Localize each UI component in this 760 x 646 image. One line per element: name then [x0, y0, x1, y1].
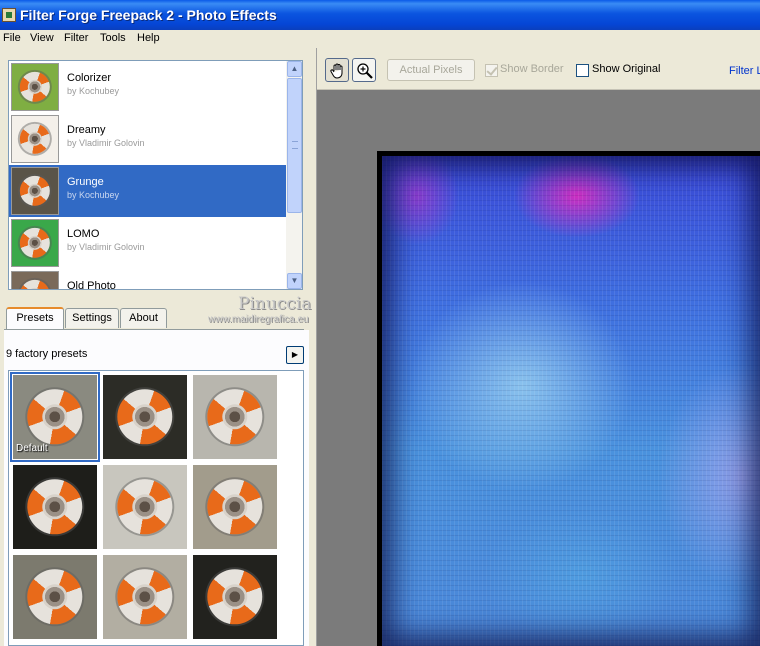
filter-thumbnail [11, 271, 59, 289]
preset-count: 9 factory presets [6, 348, 88, 360]
preview-image [382, 156, 760, 646]
show-border-checkbox[interactable] [485, 64, 498, 77]
filter-author: by Kochubey [67, 86, 120, 96]
chevron-down-icon[interactable]: ▼ [287, 273, 302, 289]
preview-canvas[interactable] [377, 151, 760, 646]
zoom-tool-button[interactable] [352, 58, 376, 82]
filter-thumbnail [11, 167, 59, 215]
filter-thumbnail [11, 219, 59, 267]
preset-grid: Default [8, 370, 304, 646]
filter-item-old-photo[interactable]: Old Photo [9, 269, 286, 290]
filter-list: Colorizer by Kochubey Dreamy by Vladimir… [8, 60, 303, 290]
preset-thumbnail[interactable] [103, 375, 187, 459]
tab-presets[interactable]: Presets [6, 307, 64, 329]
menu-bar: File View Filter Tools Help [0, 30, 760, 48]
hand-icon [330, 63, 343, 79]
filter-name: Dreamy [67, 124, 106, 136]
menu-view[interactable]: View [30, 32, 54, 44]
menu-help[interactable]: Help [137, 32, 160, 44]
show-border-label: Show Border [500, 63, 564, 75]
filter-author: by Kochubey [67, 190, 120, 200]
preset-thumbnail[interactable]: Default [10, 372, 100, 462]
filter-name: Grunge [67, 176, 104, 188]
filter-list-scrollbar[interactable]: ▲ ▼ [286, 61, 302, 289]
filter-item-colorizer[interactable]: Colorizer by Kochubey [9, 61, 286, 113]
preset-thumbnail[interactable] [13, 555, 97, 639]
menu-filter[interactable]: Filter [64, 32, 88, 44]
filter-item-lomo[interactable]: LOMO by Vladimir Golovin [9, 217, 286, 269]
preview-panel: Actual Pixels Show Border Show Original … [316, 48, 760, 646]
filter-thumbnail [11, 115, 59, 163]
preset-thumbnail[interactable] [13, 465, 97, 549]
menu-file[interactable]: File [3, 32, 21, 44]
chevron-right-icon: ▶ [291, 350, 299, 359]
preset-label: Default [16, 443, 48, 454]
preset-thumbnail[interactable] [193, 375, 277, 459]
chevron-up-icon[interactable]: ▲ [287, 61, 302, 77]
preview-toolbar: Actual Pixels Show Border Show Original … [317, 48, 760, 90]
filter-name: LOMO [67, 228, 100, 240]
preset-thumbnail[interactable] [193, 465, 277, 549]
menu-tools[interactable]: Tools [100, 32, 126, 44]
preset-thumbnail[interactable] [193, 555, 277, 639]
show-original-checkbox[interactable] [576, 64, 589, 77]
tab-strip: Presets Settings About [4, 307, 304, 330]
filter-author: by Vladimir Golovin [67, 138, 145, 148]
filter-name: Old Photo [67, 280, 116, 290]
scrollbar-thumb[interactable] [287, 78, 302, 213]
tab-about[interactable]: About [120, 308, 167, 328]
actual-pixels-button[interactable]: Actual Pixels [387, 59, 475, 81]
zoom-in-icon [357, 63, 373, 79]
filter-item-dreamy[interactable]: Dreamy by Vladimir Golovin [9, 113, 286, 165]
presets-menu-button[interactable]: ▶ [286, 346, 304, 364]
filter-thumbnail [11, 63, 59, 111]
filter-name: Colorizer [67, 72, 112, 84]
filter-author: by Vladimir Golovin [67, 242, 145, 252]
tab-settings[interactable]: Settings [65, 308, 119, 328]
show-original-label: Show Original [592, 63, 661, 75]
filter-item-grunge[interactable]: Grunge by Kochubey [9, 165, 286, 217]
hand-tool-button[interactable] [325, 58, 349, 82]
preset-thumbnail[interactable] [103, 555, 187, 639]
preset-thumbnail[interactable] [103, 465, 187, 549]
window-title: Filter Forge Freepack 2 - Photo Effects [20, 7, 277, 23]
filter-link[interactable]: Filter L [729, 65, 760, 77]
title-bar: Filter Forge Freepack 2 - Photo Effects [0, 0, 760, 30]
app-icon [2, 8, 16, 22]
left-panel: Colorizer by Kochubey Dreamy by Vladimir… [0, 48, 316, 646]
